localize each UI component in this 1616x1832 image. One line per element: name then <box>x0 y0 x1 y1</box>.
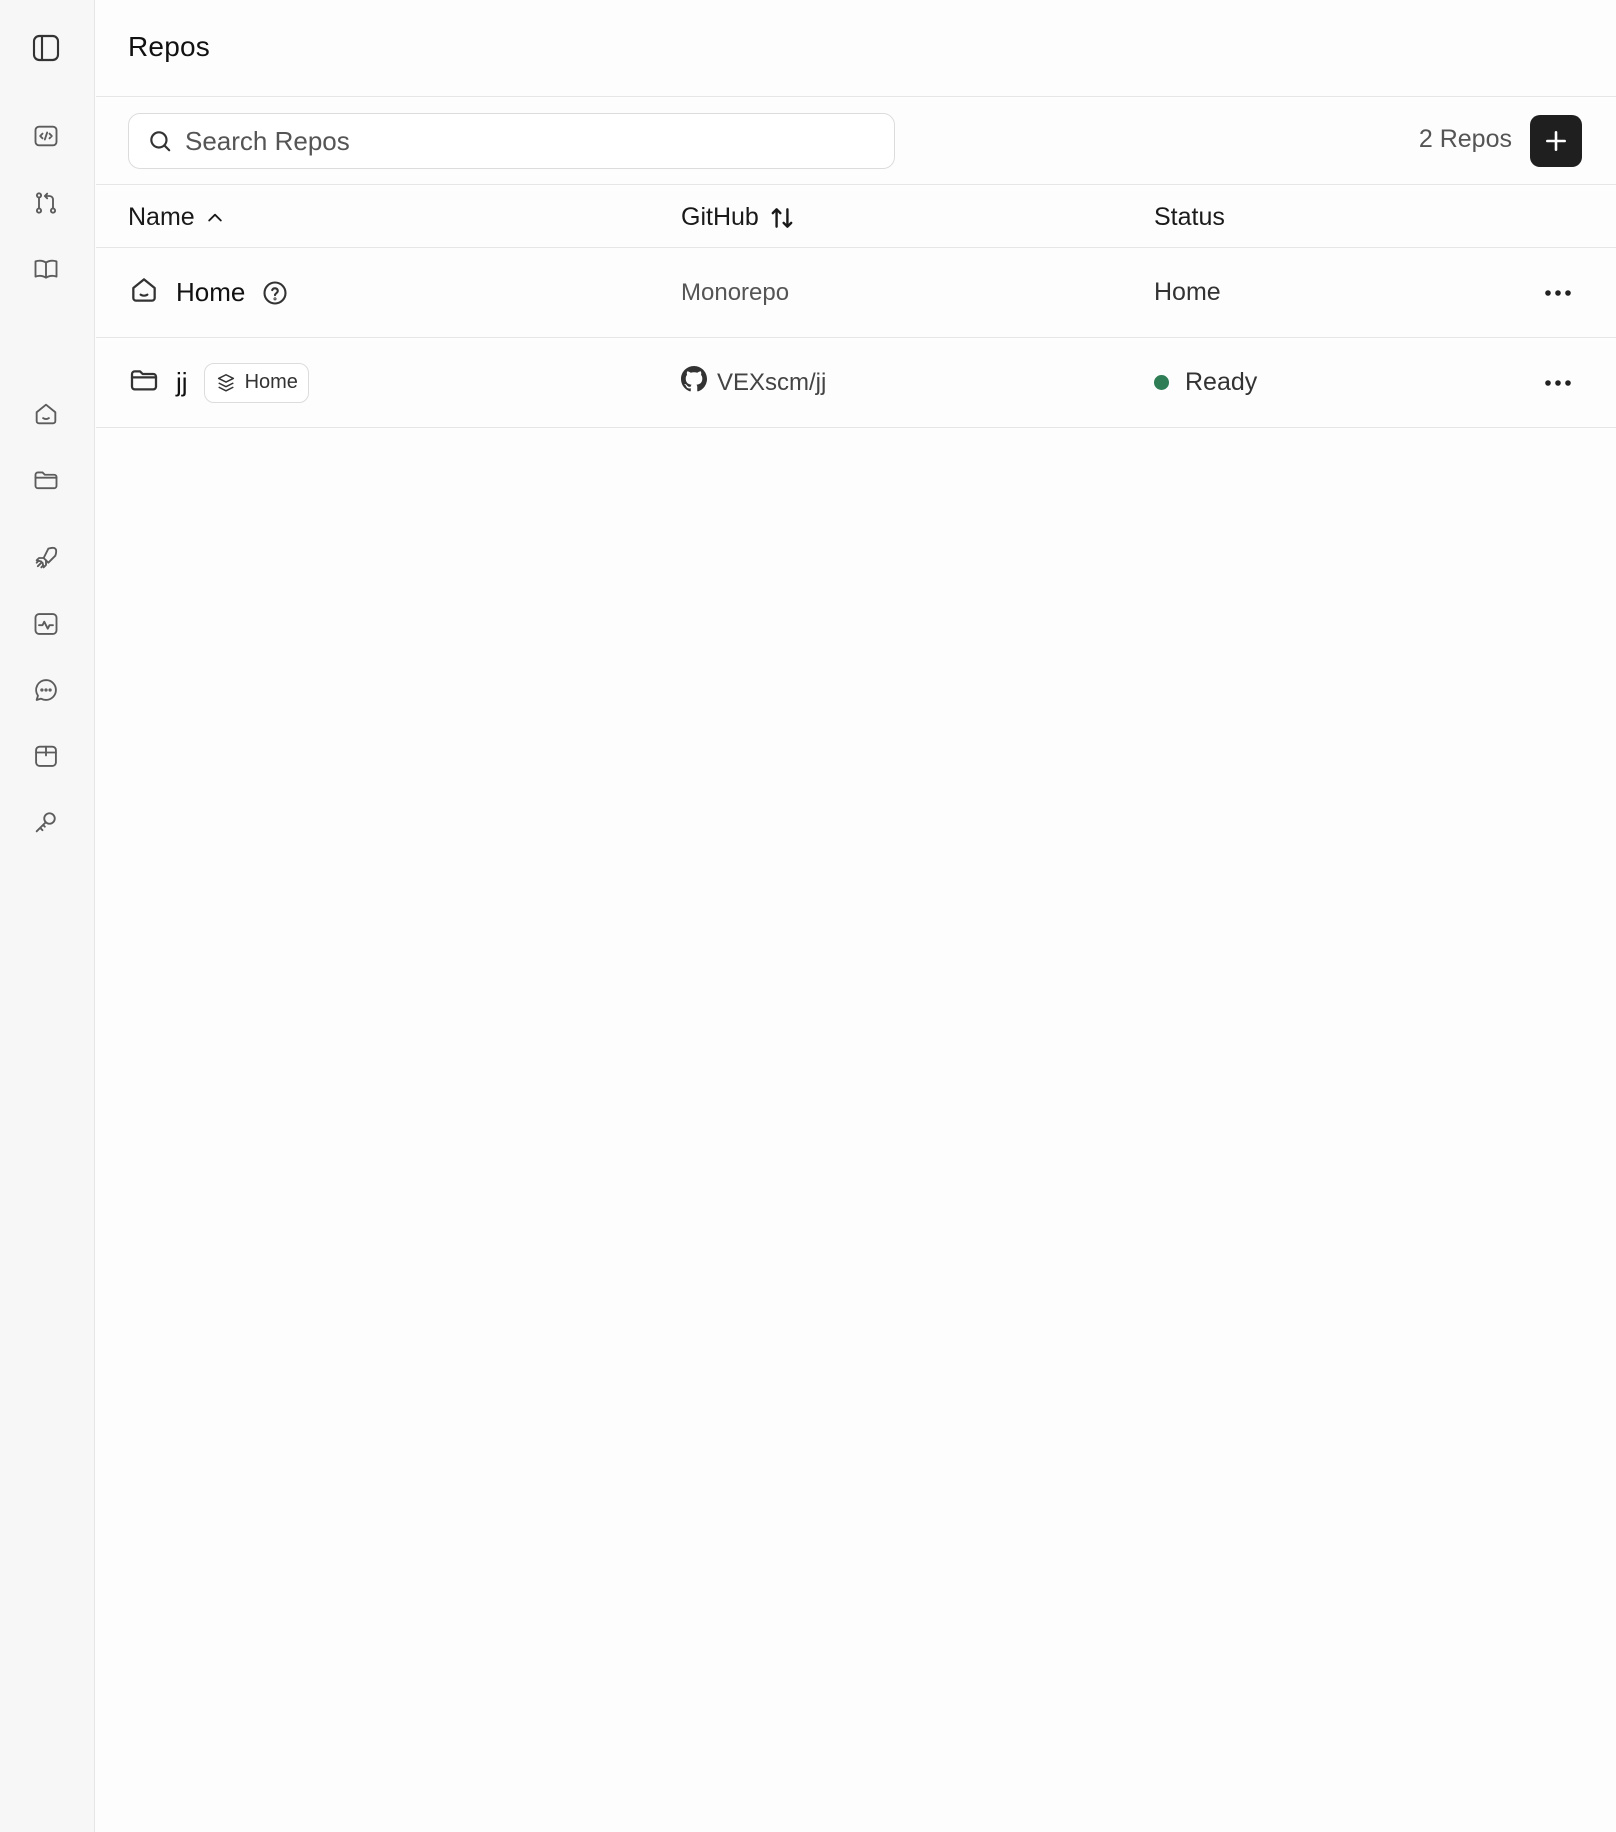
repo-status-cell: Home <box>1154 248 1221 337</box>
sidebar-item-activity[interactable] <box>26 604 66 644</box>
page-title: Repos <box>128 31 210 62</box>
column-header-name[interactable]: Name <box>128 203 225 232</box>
book-icon <box>34 259 58 279</box>
sidebar-item-home[interactable] <box>26 394 66 434</box>
layers-icon <box>217 373 234 392</box>
git-pull-request-icon <box>35 192 57 214</box>
repo-status-value: Ready <box>1185 368 1258 396</box>
sidebar-item-pull-requests[interactable] <box>26 183 66 223</box>
more-horizontal-icon <box>1545 380 1571 386</box>
sidebar-item-code[interactable] <box>26 116 66 156</box>
sidebar-item-deploy[interactable] <box>26 538 66 578</box>
repo-count: 2 Repos <box>1418 125 1512 153</box>
home-icon <box>35 403 57 425</box>
repo-github-cell: VEXscm/jj <box>681 338 826 427</box>
help-icon[interactable] <box>261 279 289 307</box>
row-actions-button[interactable] <box>1540 275 1576 311</box>
chevron-up-icon <box>207 213 222 221</box>
column-header-status-label: Status <box>1154 203 1225 231</box>
toolbar: 2 Repos <box>96 97 1616 185</box>
top-bar: Repos <box>96 0 1616 97</box>
sidebar-item-packages[interactable] <box>26 736 66 776</box>
sidebar-toggle-icon <box>32 34 60 62</box>
sidebar-item-keys[interactable] <box>26 802 66 842</box>
column-header-status: Status <box>1154 203 1225 232</box>
activity-icon <box>34 613 58 635</box>
app: Repos 2 Repos Name GitHub Status <box>0 0 1616 1832</box>
repo-github-link[interactable]: VEXscm/jj <box>717 369 826 397</box>
repo-status-value: Home <box>1154 278 1221 306</box>
sidebar-toggle-button[interactable] <box>26 28 66 68</box>
sidebar-item-docs[interactable] <box>26 249 66 289</box>
row-actions-button[interactable] <box>1540 365 1576 401</box>
sidebar <box>0 0 95 1832</box>
add-repo-button[interactable] <box>1530 115 1582 167</box>
table-header: Name GitHub Status <box>96 185 1616 248</box>
search-box[interactable] <box>128 113 895 169</box>
chat-icon <box>35 679 57 701</box>
sort-icon <box>771 207 793 228</box>
table-row[interactable]: Home Monorepo Home <box>96 248 1616 338</box>
search-input[interactable] <box>185 125 865 157</box>
code-icon <box>34 125 58 147</box>
status-dot <box>1154 375 1169 390</box>
repo-github-cell: Monorepo <box>681 248 789 337</box>
more-horizontal-icon <box>1545 290 1571 296</box>
column-header-github[interactable]: GitHub <box>681 203 795 232</box>
repo-name[interactable]: jj <box>176 367 188 398</box>
sidebar-item-folders[interactable] <box>26 460 66 500</box>
search-icon <box>150 131 171 152</box>
badge-label: Home <box>244 371 298 393</box>
key-icon <box>35 812 56 833</box>
column-header-github-label: GitHub <box>681 203 759 231</box>
repo-status-cell: Ready <box>1154 338 1257 427</box>
repo-name[interactable]: Home <box>176 277 245 308</box>
folder-icon <box>34 471 58 490</box>
rocket-icon <box>35 546 58 569</box>
package-icon <box>35 745 57 767</box>
column-header-name-label: Name <box>128 203 195 231</box>
repo-name-cell: jj Home <box>128 338 309 427</box>
monorepo-badge[interactable]: Home <box>203 362 309 403</box>
folder-icon <box>128 364 160 401</box>
home-icon <box>128 274 160 311</box>
plus-icon <box>1546 131 1566 151</box>
main-content: Repos 2 Repos Name GitHub Status <box>96 0 1616 1832</box>
repo-github-value: Monorepo <box>681 278 790 306</box>
table-row[interactable]: jj Home VEXscm/jj Ready <box>96 338 1616 428</box>
github-icon <box>681 366 707 399</box>
sidebar-item-messages[interactable] <box>26 670 66 710</box>
repo-name-cell: Home <box>128 248 289 337</box>
